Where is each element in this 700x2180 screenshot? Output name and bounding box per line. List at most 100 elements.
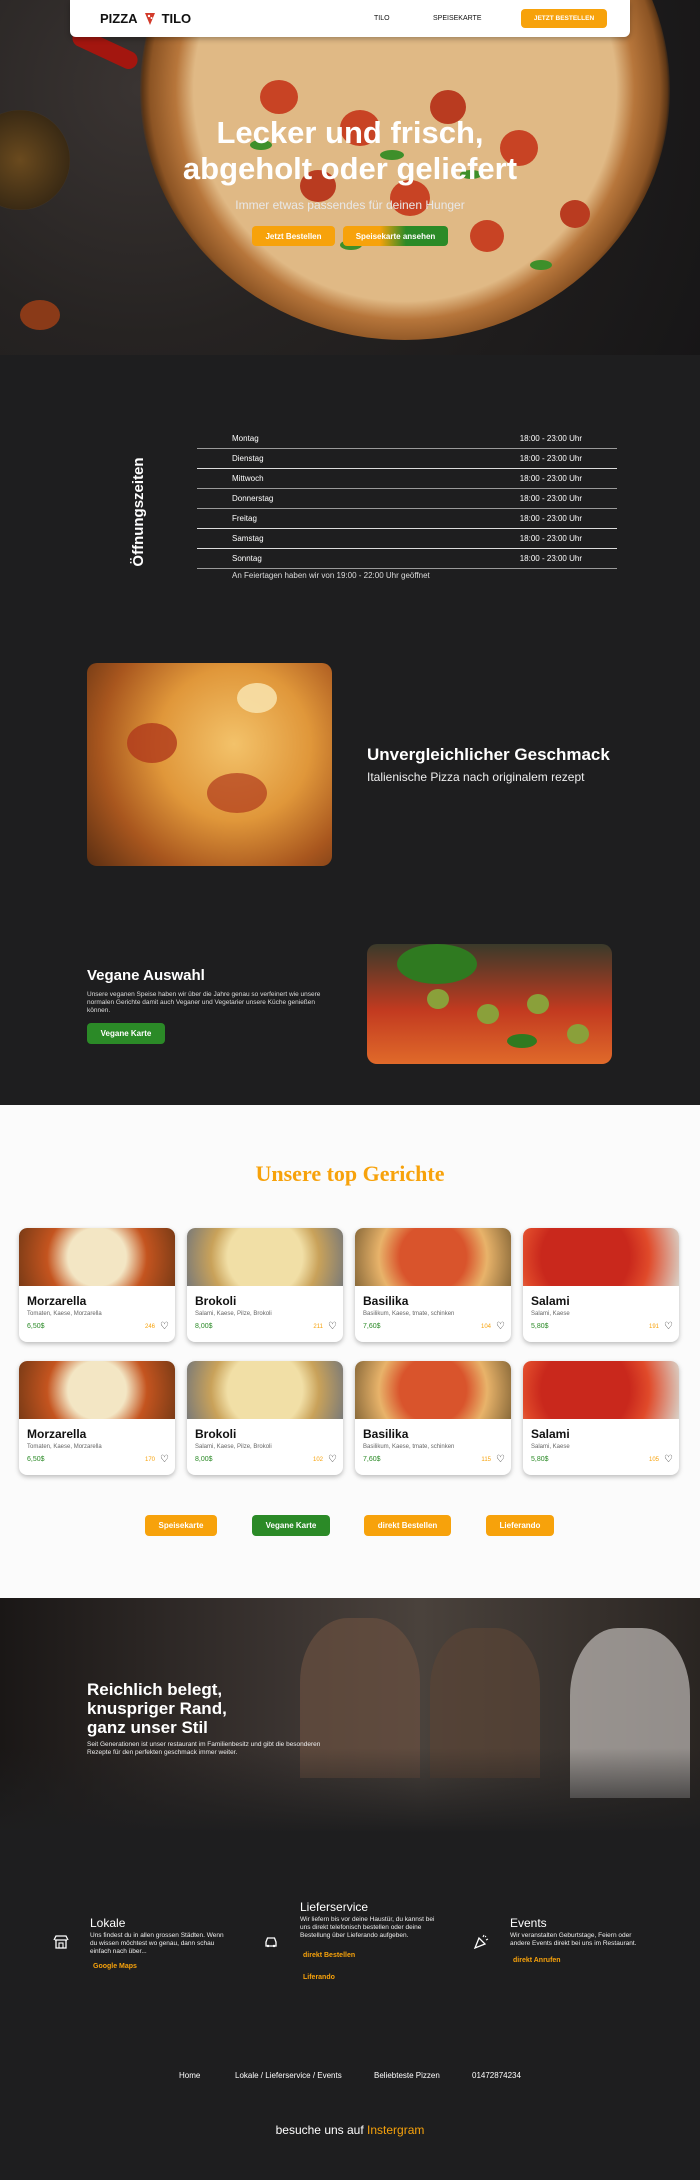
dish-name: Basilika: [363, 1294, 409, 1308]
cheese-pizza-image: [87, 663, 332, 866]
footer-link-locations[interactable]: Lokale / Lieferservice / Events: [235, 2071, 342, 2080]
heart-icon[interactable]: ♡: [496, 1454, 505, 1465]
dish-price: 7,60$: [363, 1323, 381, 1330]
day-label: Donnerstag: [232, 494, 274, 503]
service-title-lokale: Lokale: [90, 1916, 126, 1930]
instagram-line: besuche uns auf Instergram: [0, 2123, 700, 2137]
top-dishes-section: Unsere top Gerichte Morzarella Tomaten, …: [0, 1105, 700, 1598]
opening-hours-section: Öffnungszeiten Montag 18:00 - 23:00 Uhr D…: [0, 355, 700, 1105]
hero-menu-button[interactable]: Speisekarte ansehen: [343, 226, 448, 246]
day-label: Freitag: [232, 514, 257, 523]
logo[interactable]: PIZZA TILO: [100, 11, 191, 26]
dish-image: [523, 1361, 679, 1419]
footer: Home Lokale / Lieferservice / Events Bel…: [0, 2050, 700, 2180]
dish-image: [187, 1228, 343, 1286]
kitchen-section: Reichlich belegt, knuspriger Rand, ganz …: [0, 1598, 700, 1833]
logo-right-text: TILO: [161, 11, 192, 26]
kitchen-title-line2: knuspriger Rand,: [87, 1699, 227, 1718]
dish-likes: 170: [144, 1457, 155, 1463]
dish-likes: 191: [648, 1324, 659, 1330]
time-label: 18:00 - 23:00 Uhr: [519, 474, 582, 483]
google-maps-link[interactable]: Google Maps: [93, 1963, 137, 1970]
day-label: Montag: [232, 434, 259, 443]
dish-price: 8,00$: [195, 1323, 213, 1330]
dish-card[interactable]: Morzarella Tomaten, Kaese, Morzarella 6,…: [19, 1361, 175, 1475]
hero-subtitle: Immer etwas passendes für deinen Hunger: [235, 198, 465, 212]
dish-ingredients: Tomaten, Kaese, Morzarella: [27, 1311, 102, 1317]
direct-order-link[interactable]: direkt Bestellen: [303, 1952, 355, 1959]
service-text-lokale: Uns findest du in allen grossen Städten.…: [90, 1932, 224, 1955]
footer-phone[interactable]: 01472874234: [472, 2071, 521, 2080]
heart-icon[interactable]: ♡: [664, 1454, 673, 1465]
direct-order-button[interactable]: direkt Bestellen: [364, 1515, 451, 1536]
vegan-title: Vegane Auswahl: [87, 967, 205, 984]
nav-link-speisekarte[interactable]: SPEISEKARTE: [433, 15, 482, 22]
lieferando-button[interactable]: Lieferando: [486, 1515, 554, 1536]
dish-ingredients: Tomaten, Kaese, Morzarella: [27, 1444, 102, 1450]
dish-card[interactable]: Brokoli Salami, Kaese, Pilze, Brokoli 8,…: [187, 1361, 343, 1475]
footer-link-home[interactable]: Home: [179, 2071, 200, 2080]
kitchen-title-line1: Reichlich belegt,: [87, 1680, 223, 1699]
spice-pile-image: [20, 300, 60, 330]
hours-row: Sonntag 18:00 - 23:00 Uhr: [197, 549, 617, 569]
dish-likes: 104: [480, 1324, 491, 1330]
dish-image: [19, 1361, 175, 1419]
heart-icon[interactable]: ♡: [328, 1454, 337, 1465]
day-label: Mittwoch: [232, 474, 264, 483]
hours-row: Montag 18:00 - 23:00 Uhr: [197, 429, 617, 449]
vegan-card-button[interactable]: Vegane Karte: [252, 1515, 330, 1536]
taste-subtitle: Italienische Pizza nach originalem rezep…: [367, 770, 585, 784]
dish-card[interactable]: Brokoli Salami, Kaese, Pilze, Brokoli 8,…: [187, 1228, 343, 1342]
dish-card[interactable]: Basilika Basilikum, Kaese, tmate, schink…: [355, 1228, 511, 1342]
heart-icon[interactable]: ♡: [664, 1321, 673, 1332]
dish-name: Brokoli: [195, 1427, 237, 1441]
service-title-lieferservice: Lieferservice: [300, 1900, 369, 1914]
hero-order-button[interactable]: Jetzt Bestellen: [252, 226, 335, 246]
dish-image: [523, 1228, 679, 1286]
dish-likes: 115: [481, 1457, 491, 1463]
dish-card[interactable]: Basilika Basilikum, Kaese, tmate, schink…: [355, 1361, 511, 1475]
heart-icon[interactable]: ♡: [496, 1321, 505, 1332]
service-title-events: Events: [510, 1916, 547, 1930]
heart-icon[interactable]: ♡: [160, 1454, 169, 1465]
dish-price: 6,50$: [27, 1456, 45, 1463]
dish-name: Morzarella: [27, 1427, 87, 1441]
services-section: Lokale Uns findest du in allen grossen S…: [0, 1833, 700, 1983]
pizza-slice-icon: [144, 12, 155, 25]
day-label: Samstag: [232, 534, 264, 543]
speisekarte-button[interactable]: Speisekarte: [145, 1515, 217, 1536]
time-label: 18:00 - 23:00 Uhr: [519, 454, 582, 463]
heart-icon[interactable]: ♡: [160, 1321, 169, 1332]
nav-link-tilo[interactable]: TILO: [374, 15, 390, 22]
dish-card[interactable]: Salami Salami, Kaese 5,80$ 105 ♡: [523, 1361, 679, 1475]
dish-image: [187, 1361, 343, 1419]
dish-card[interactable]: Salami Salami, Kaese 5,80$ 191 ♡: [523, 1228, 679, 1342]
dish-name: Brokoli: [195, 1294, 237, 1308]
time-label: 18:00 - 23:00 Uhr: [519, 534, 582, 543]
visit-prefix: besuche uns auf: [275, 2123, 364, 2137]
vegan-menu-button[interactable]: Vegane Karte: [87, 1023, 165, 1044]
dish-name: Salami: [531, 1294, 570, 1308]
day-label: Sonntag: [232, 554, 262, 563]
instagram-link[interactable]: Instergram: [367, 2123, 424, 2137]
hero-section: PIZZA TILO TILO SPEISEKARTE JETZT BESTEL…: [0, 0, 700, 355]
dish-image: [355, 1228, 511, 1286]
dish-price: 5,80$: [531, 1323, 549, 1330]
footer-link-popular[interactable]: Beliebteste Pizzen: [374, 2071, 440, 2080]
dish-image: [355, 1361, 511, 1419]
hero-title-line1: Lecker und frisch,: [216, 115, 484, 150]
dish-name: Morzarella: [27, 1294, 87, 1308]
vegan-text: Unsere veganen Speise haben wir über die…: [87, 991, 321, 1014]
taste-title: Unvergleichlicher Geschmack: [367, 745, 610, 764]
vegan-pizza-image: [367, 944, 612, 1064]
dish-price: 7,60$: [363, 1456, 381, 1463]
lieferando-link[interactable]: Liferando: [303, 1974, 335, 1981]
heart-icon[interactable]: ♡: [328, 1321, 337, 1332]
dish-likes: 102: [312, 1457, 323, 1463]
dish-card[interactable]: Morzarella Tomaten, Kaese, Morzarella 6,…: [19, 1228, 175, 1342]
dish-name: Basilika: [363, 1427, 409, 1441]
direct-call-link[interactable]: direkt Anrufen: [513, 1957, 561, 1964]
nav-order-button[interactable]: JETZT BESTELLEN: [521, 9, 607, 28]
top-dishes-title: Unsere top Gerichte: [255, 1161, 445, 1186]
dish-price: 6,50$: [27, 1323, 45, 1330]
